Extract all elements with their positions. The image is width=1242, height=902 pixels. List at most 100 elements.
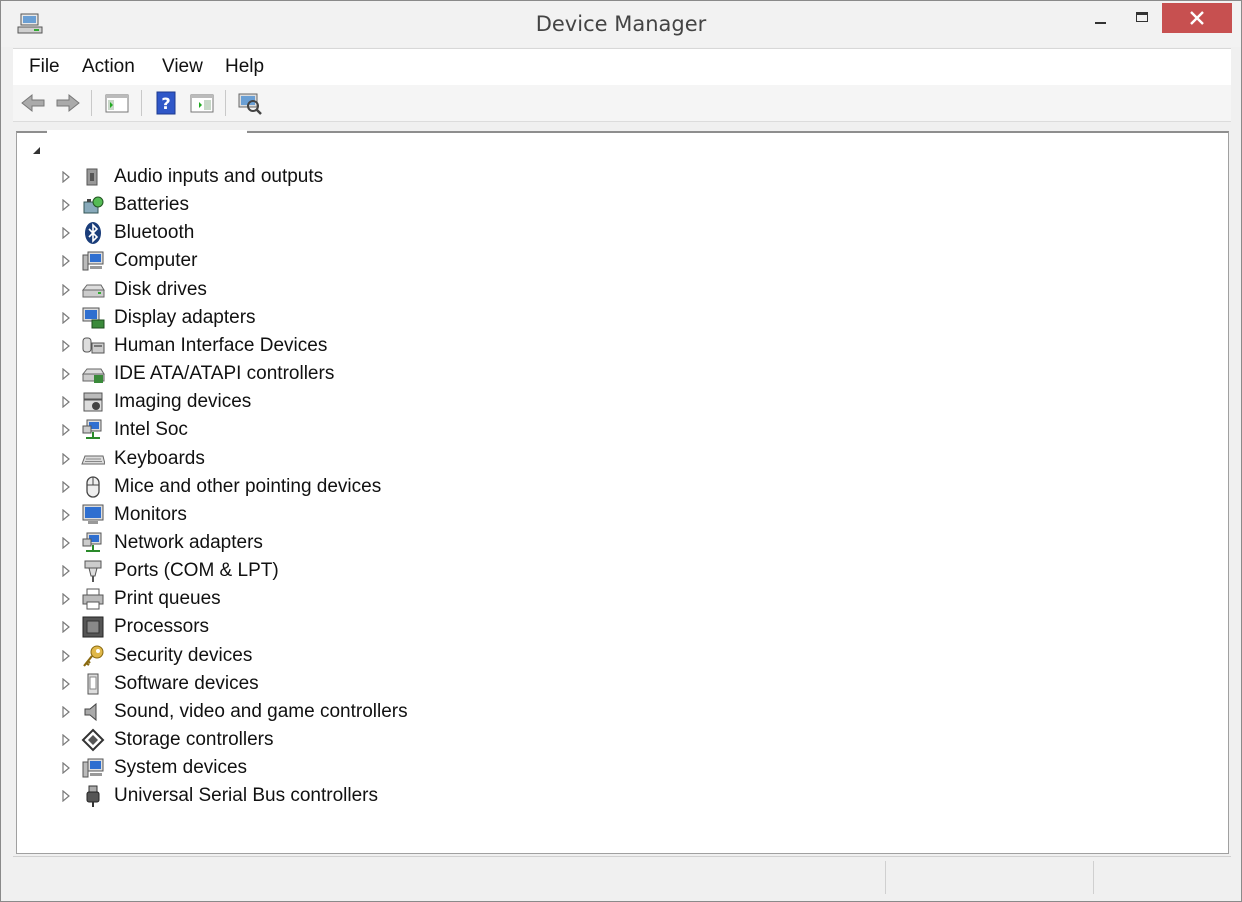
expand-arrow-icon[interactable] [61,424,71,437]
tree-category-row[interactable]: Bluetooth [17,219,617,247]
device-manager-window: Device Manager File Action View Help ? A… [0,0,1242,902]
menu-help[interactable]: Help [225,56,264,78]
expand-arrow-icon[interactable] [61,368,71,381]
tree-category-row[interactable]: Keyboards [17,445,617,473]
tree-category-row[interactable]: Mice and other pointing devices [17,473,617,501]
forward-arrow-icon[interactable] [54,91,82,115]
close-button[interactable] [1162,3,1232,33]
tree-category-label: Batteries [114,194,189,216]
tree-category-label: Network adapters [114,531,263,553]
back-arrow-icon[interactable] [19,91,47,115]
expand-arrow-icon[interactable] [61,621,71,634]
tree-category-row[interactable]: Ports (COM & LPT) [17,557,617,585]
expand-arrow-icon[interactable] [61,452,71,465]
tree-category-row[interactable]: Computer [17,247,617,275]
expand-arrow-icon[interactable] [61,171,71,183]
tree-category-row[interactable]: Security devices [17,642,617,670]
tree-category-label: Display adapters [114,306,256,328]
tree-category-row[interactable]: IDE ATA/ATAPI controllers [17,360,617,388]
expand-arrow-icon[interactable] [61,255,71,268]
tree-category-row[interactable]: Audio inputs and outputs [17,163,617,191]
tree-category-row[interactable]: Universal Serial Bus controllers [17,782,617,810]
toolbar: ? [13,85,1231,122]
tree-category-label: Imaging devices [114,391,252,413]
tree-category-row[interactable]: Display adapters [17,304,617,332]
tree-category-row[interactable]: Software devices [17,670,617,698]
mouse-icon [86,475,100,498]
display-adapter-icon [82,307,105,329]
close-icon [1190,11,1204,25]
tree-category-row[interactable]: Disk drives [17,276,617,304]
expand-arrow-icon[interactable] [61,677,71,690]
tree-category-row[interactable]: Print queues [17,585,617,613]
expand-arrow-icon[interactable] [61,593,71,606]
hid-icon [82,337,105,354]
tree-category-label: Bluetooth [114,222,195,244]
storage-controller-icon [81,728,105,752]
expand-arrow-icon[interactable] [61,705,71,718]
status-pane [1093,861,1230,894]
title-bar[interactable]: Device Manager [1,1,1241,47]
tree-category-row[interactable]: System devices [17,754,617,782]
expand-arrow-icon[interactable] [61,283,71,296]
bluetooth-icon [85,222,101,245]
tree-category-label: IDE ATA/ATAPI controllers [114,363,335,385]
expand-arrow-icon[interactable] [61,199,71,212]
audio-icon [86,168,98,186]
expand-arrow-icon[interactable] [61,790,71,803]
tree-category-label: Print queues [114,588,221,610]
battery-icon [83,196,104,214]
port-icon [84,560,102,583]
menu-file[interactable]: File [29,56,60,78]
expand-arrow-icon[interactable] [61,762,71,775]
expand-arrow-icon[interactable] [61,311,71,324]
root-collapse-icon[interactable] [31,145,41,155]
usb-icon [86,785,100,808]
expand-arrow-icon[interactable] [61,227,71,240]
tree-category-row[interactable]: Storage controllers [17,726,617,754]
expand-arrow-icon[interactable] [61,480,71,493]
expand-arrow-icon[interactable] [61,339,71,352]
expand-arrow-icon[interactable] [61,734,71,746]
tree-category-label: Mice and other pointing devices [114,475,382,497]
tree-category-label: Audio inputs and outputs [114,166,324,187]
maximize-button[interactable] [1125,3,1161,33]
expand-arrow-icon[interactable] [61,508,71,521]
tree-category-label: Storage controllers [114,729,274,750]
expand-arrow-icon[interactable] [61,649,71,662]
processor-icon [82,616,104,638]
help-icon[interactable]: ? [153,91,181,115]
tree-category-label: Monitors [114,503,187,525]
network-icon [82,419,102,440]
tree-category-row[interactable]: Imaging devices [17,388,617,416]
tree-category-row[interactable]: Intel Soc [17,416,617,444]
scan-hardware-icon[interactable] [236,91,264,115]
tree-category-row[interactable]: Sound, video and game controllers [17,698,617,726]
device-tree[interactable]: Audio inputs and outputs Batteries Bluetoo… [16,130,1229,854]
show-hide-console-tree-icon[interactable] [103,91,131,115]
disk-drive-icon [81,284,105,298]
tree-category-label: Ports (COM & LPT) [114,560,279,582]
tree-category-row[interactable]: Monitors [17,501,617,529]
expand-arrow-icon[interactable] [61,396,71,409]
tree-category-row[interactable]: Human Interface Devices [17,332,617,360]
expand-arrow-icon[interactable] [61,536,71,549]
menu-action[interactable]: Action [82,56,135,78]
minimize-button[interactable] [1083,3,1119,33]
monitor-icon [82,504,104,524]
status-pane [885,861,1092,894]
menu-view[interactable]: View [162,56,203,78]
expand-arrow-icon[interactable] [61,565,71,578]
tree-category-label: Disk drives [114,278,207,300]
tree-category-row[interactable]: Processors [17,613,617,641]
properties-pane-icon[interactable] [188,91,216,115]
tree-category-label: Intel Soc [114,419,188,441]
tree-header-tab [47,130,247,133]
speaker-icon [84,702,97,721]
tree-category-label: Computer [114,250,198,272]
tree-category-label: Human Interface Devices [114,334,328,356]
tree-category-row[interactable]: Batteries [17,191,617,219]
tree-category-label: Sound, video and game controllers [114,700,408,722]
tree-category-row[interactable]: Network adapters [17,529,617,557]
status-bar [13,856,1231,894]
